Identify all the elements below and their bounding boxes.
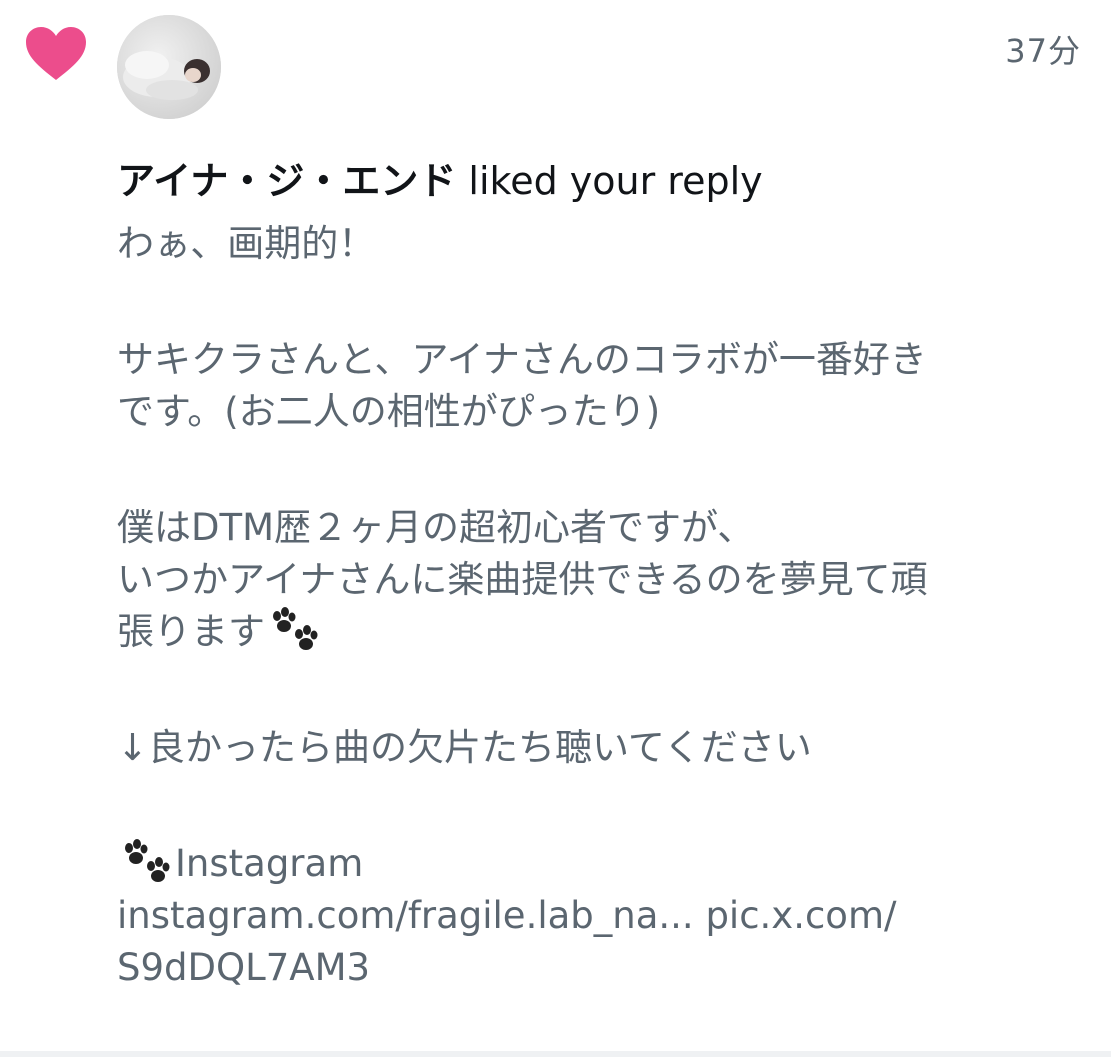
- reply-text[interactable]: わぁ、画期的！ サキクラさんと、アイナさんのコラボが一番好き です。(お二人の相…: [117, 218, 1077, 994]
- user-name-link[interactable]: アイナ・ジ・エンド: [117, 159, 456, 203]
- reply-line-with-emoji: Instagram: [117, 838, 1077, 890]
- reply-line: いつかアイナさんに楽曲提供できるのを夢見て頑: [117, 558, 928, 601]
- notification-item[interactable]: 37分 アイナ・ジ・エンド liked your reply わぁ、画期的！ サ…: [0, 0, 1111, 1057]
- paw-prints-icon: [273, 607, 318, 650]
- avatar-photo: [117, 15, 221, 119]
- notification-headline: アイナ・ジ・エンド liked your reply: [117, 150, 763, 205]
- pic-link[interactable]: S9dDQL7AM3: [117, 942, 1077, 994]
- heart-icon: [26, 27, 86, 80]
- action-text: liked your reply: [456, 159, 763, 203]
- reply-line: Instagram: [175, 842, 364, 885]
- reply-line: です。(お二人の相性がぴったり): [117, 390, 661, 433]
- reply-line: サキクラさんと、アイナさんのコラボが一番好き: [117, 338, 927, 381]
- instagram-link[interactable]: instagram.com/fragile.lab_na... pic.x.co…: [117, 890, 1077, 942]
- paw-prints-icon: [125, 839, 170, 882]
- reply-line: 僕はDTM歴２ヶ月の超初心者ですが、: [117, 506, 755, 549]
- reply-line: 張ります: [117, 610, 265, 653]
- reply-line-with-emoji: 張ります: [117, 606, 1077, 658]
- reply-line: わぁ、画期的！: [117, 222, 376, 265]
- avatar[interactable]: [117, 15, 221, 119]
- divider: [0, 1051, 1111, 1057]
- timestamp: 37分: [1005, 32, 1081, 70]
- reply-line: ↓良かったら曲の欠片たち聴いてください: [117, 726, 812, 769]
